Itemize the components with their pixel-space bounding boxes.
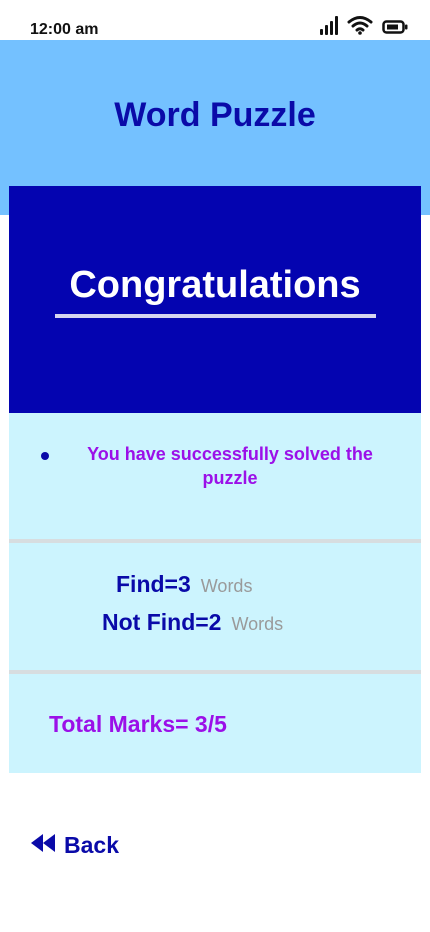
status-time: 12:00 am	[30, 21, 99, 38]
bullet-icon	[41, 452, 49, 460]
find-count: Find=3	[116, 571, 191, 597]
wifi-icon	[347, 15, 373, 35]
total-marks: Total Marks= 3/5	[49, 711, 227, 737]
not-find-row: Not Find=2 Words	[102, 609, 283, 636]
results-panel: You have successfully solved the puzzle …	[9, 413, 421, 773]
double-arrow-left-icon	[30, 833, 56, 858]
congratulations-heading: Congratulations	[69, 264, 361, 306]
find-row: Find=3 Words	[116, 571, 252, 598]
find-unit: Words	[200, 576, 253, 596]
divider	[9, 539, 421, 543]
success-message: You have successfully solved the puzzle	[87, 444, 373, 488]
page-title: Word Puzzle	[114, 96, 316, 134]
back-button[interactable]: Back	[30, 832, 119, 859]
status-bar: 12:00 am	[0, 0, 430, 40]
status-icons	[320, 15, 408, 35]
back-label: Back	[64, 832, 119, 858]
divider	[9, 670, 421, 674]
signal-icon	[320, 16, 338, 35]
not-find-unit: Words	[231, 614, 284, 634]
congratulations-panel: Congratulations	[9, 186, 421, 413]
battery-icon	[382, 19, 408, 35]
not-find-count: Not Find=2	[102, 609, 222, 635]
heading-underline	[55, 314, 376, 318]
